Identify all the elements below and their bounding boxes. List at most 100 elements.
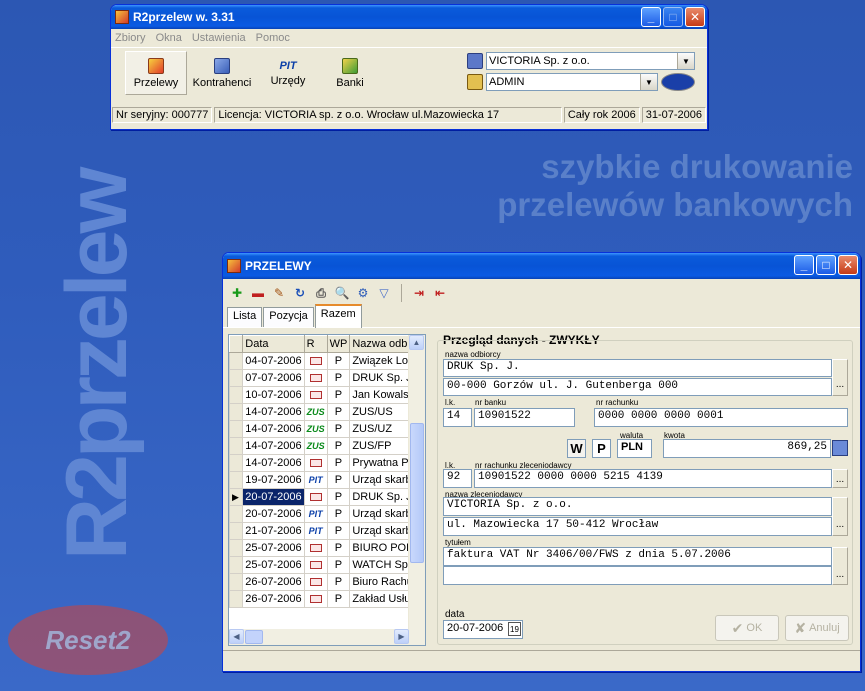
row-wp[interactable]: P — [326, 488, 351, 506]
table-row[interactable]: 19-07-2006 PIT P Urząd skarbo — [229, 471, 425, 489]
table-row[interactable]: 14-07-2006 P Prywatna Prz — [229, 454, 425, 472]
row-date[interactable]: 14-07-2006 — [242, 403, 305, 421]
row-selector[interactable] — [229, 573, 244, 591]
settings-icon[interactable]: ⚙ — [355, 285, 371, 301]
company-select[interactable]: VICTORIA Sp. z o.o. ▼ — [486, 52, 695, 70]
row-date[interactable]: 26-07-2006 — [242, 590, 305, 608]
maximize-button[interactable]: □ — [816, 255, 836, 275]
row-type[interactable]: ZUS — [303, 403, 328, 421]
row-selector[interactable] — [229, 522, 244, 540]
row-type[interactable] — [303, 488, 328, 506]
row-date[interactable]: 21-07-2006 — [242, 522, 305, 540]
row-type[interactable] — [303, 556, 328, 574]
row-wp[interactable]: P — [326, 403, 351, 421]
table-row[interactable]: 21-07-2006 PIT P Urząd skarbo — [229, 522, 425, 540]
urzedy-button[interactable]: PIT Urzędy — [257, 51, 319, 95]
row-wp[interactable]: P — [326, 420, 351, 438]
cancel-button[interactable]: ✘ Anuluj — [785, 615, 849, 641]
title-line2[interactable] — [443, 566, 832, 585]
row-selector[interactable] — [229, 352, 244, 370]
transfers-table[interactable]: Data R WP Nazwa odbio 04-07-2006 P Związek… — [228, 334, 426, 646]
row-selector[interactable] — [229, 386, 244, 404]
minimize-button[interactable]: _ — [641, 7, 661, 27]
chevron-down-icon[interactable]: ▼ — [640, 74, 657, 90]
row-date[interactable]: 25-07-2006 — [242, 556, 305, 574]
menu-okna[interactable]: Okna — [156, 32, 182, 44]
refresh-icon[interactable]: ↻ — [292, 285, 308, 301]
banki-button[interactable]: Banki — [319, 51, 381, 95]
row-type[interactable]: ZUS — [303, 437, 328, 455]
row-wp[interactable]: P — [326, 505, 351, 523]
row-wp[interactable]: P — [326, 573, 351, 591]
tab-pozycja[interactable]: Pozycja — [263, 307, 314, 327]
row-date[interactable]: 26-07-2006 — [242, 573, 305, 591]
row-selector[interactable]: ▶ — [229, 488, 244, 506]
row-wp[interactable]: P — [326, 556, 351, 574]
row-selector[interactable] — [229, 590, 244, 608]
scroll-left-icon[interactable]: ◀ — [229, 629, 244, 644]
przelewy-titlebar[interactable]: PRZELEWY _ □ ✕ — [223, 253, 860, 279]
row-selector[interactable] — [229, 471, 244, 489]
row-date[interactable]: 25-07-2006 — [242, 539, 305, 557]
scroll-right-icon[interactable]: ▶ — [394, 629, 409, 644]
scroll-up-icon[interactable]: ▲ — [409, 335, 424, 350]
table-row[interactable]: 25-07-2006 P WATCH Sp. — [229, 556, 425, 574]
search-icon[interactable]: 🔍 — [334, 285, 350, 301]
row-selector[interactable] — [229, 505, 244, 523]
ordering-account-lookup-button[interactable]: ... — [832, 469, 848, 488]
kontrahenci-button[interactable]: Kontrahenci — [187, 51, 257, 95]
table-row[interactable]: 26-07-2006 P Biuro Rachun — [229, 573, 425, 591]
row-type[interactable] — [303, 386, 328, 404]
user-select[interactable]: ADMIN ▼ — [486, 73, 658, 91]
table-row[interactable]: 14-07-2006 ZUS P ZUS/FP — [229, 437, 425, 455]
table-row[interactable]: 07-07-2006 P DRUK Sp. J. — [229, 369, 425, 387]
table-row[interactable]: 25-07-2006 P BIURO PODR — [229, 539, 425, 557]
ordering-account-field[interactable]: 10901522 0000 0000 5215 4139 — [474, 469, 832, 488]
import-icon[interactable]: ⇥ — [411, 285, 427, 301]
calendar-icon[interactable]: 19 — [508, 622, 521, 636]
row-selector[interactable] — [229, 420, 244, 438]
row-type[interactable]: PIT — [303, 522, 328, 540]
export-icon[interactable]: ⇤ — [432, 285, 448, 301]
recipient-lookup-button[interactable]: ... — [832, 359, 848, 396]
row-date[interactable]: 07-07-2006 — [242, 369, 305, 387]
close-button[interactable]: ✕ — [685, 7, 705, 27]
menu-pomoc[interactable]: Pomoc — [256, 32, 290, 44]
table-row[interactable]: 14-07-2006 ZUS P ZUS/US — [229, 403, 425, 421]
col-data[interactable]: Data — [242, 335, 305, 353]
row-date[interactable]: 14-07-2006 — [242, 437, 305, 455]
row-type[interactable] — [303, 573, 328, 591]
tab-razem[interactable]: Razem — [314, 304, 362, 328]
edit-icon[interactable]: ✎ — [271, 285, 287, 301]
row-type[interactable] — [303, 590, 328, 608]
row-date[interactable]: 04-07-2006 — [242, 352, 305, 370]
row-type[interactable] — [303, 369, 328, 387]
col-wp[interactable]: WP — [326, 335, 351, 353]
row-wp[interactable]: P — [326, 386, 351, 404]
amount-field[interactable]: 869,25 — [663, 439, 831, 458]
currency-field[interactable]: PLN — [617, 439, 652, 458]
row-date[interactable]: 20-07-2006 — [242, 488, 305, 506]
delete-icon[interactable]: ▬ — [250, 285, 266, 301]
row-wp[interactable]: P — [326, 590, 351, 608]
title-line1[interactable]: faktura VAT Nr 3406/00/FWS z dnia 5.07.2… — [443, 547, 832, 566]
p-toggle[interactable]: P — [592, 439, 611, 458]
row-wp[interactable]: P — [326, 471, 351, 489]
h-scroll-thumb[interactable] — [245, 630, 263, 644]
row-wp[interactable]: P — [326, 454, 351, 472]
lk-field[interactable]: 14 — [443, 408, 472, 427]
table-row[interactable]: ▶ 20-07-2006 P DRUK Sp. J. — [229, 488, 425, 506]
print-icon[interactable]: ⎙ — [313, 285, 329, 301]
vertical-scrollbar[interactable]: ▲ — [408, 335, 425, 645]
table-row[interactable]: 14-07-2006 ZUS P ZUS/UZ — [229, 420, 425, 438]
recipient-line1[interactable]: DRUK Sp. J. — [443, 359, 832, 377]
row-wp[interactable]: P — [326, 539, 351, 557]
horizontal-scrollbar[interactable]: ◀ ▶ — [229, 629, 425, 645]
ordering-line1[interactable]: VICTORIA Sp. z o.o. — [443, 497, 832, 516]
row-selector[interactable] — [229, 437, 244, 455]
row-type[interactable]: ZUS — [303, 420, 328, 438]
row-type[interactable] — [303, 539, 328, 557]
table-row[interactable]: 20-07-2006 PIT P Urząd skarbo — [229, 505, 425, 523]
row-date[interactable]: 19-07-2006 — [242, 471, 305, 489]
table-row[interactable]: 04-07-2006 P Związek Lotn — [229, 352, 425, 370]
